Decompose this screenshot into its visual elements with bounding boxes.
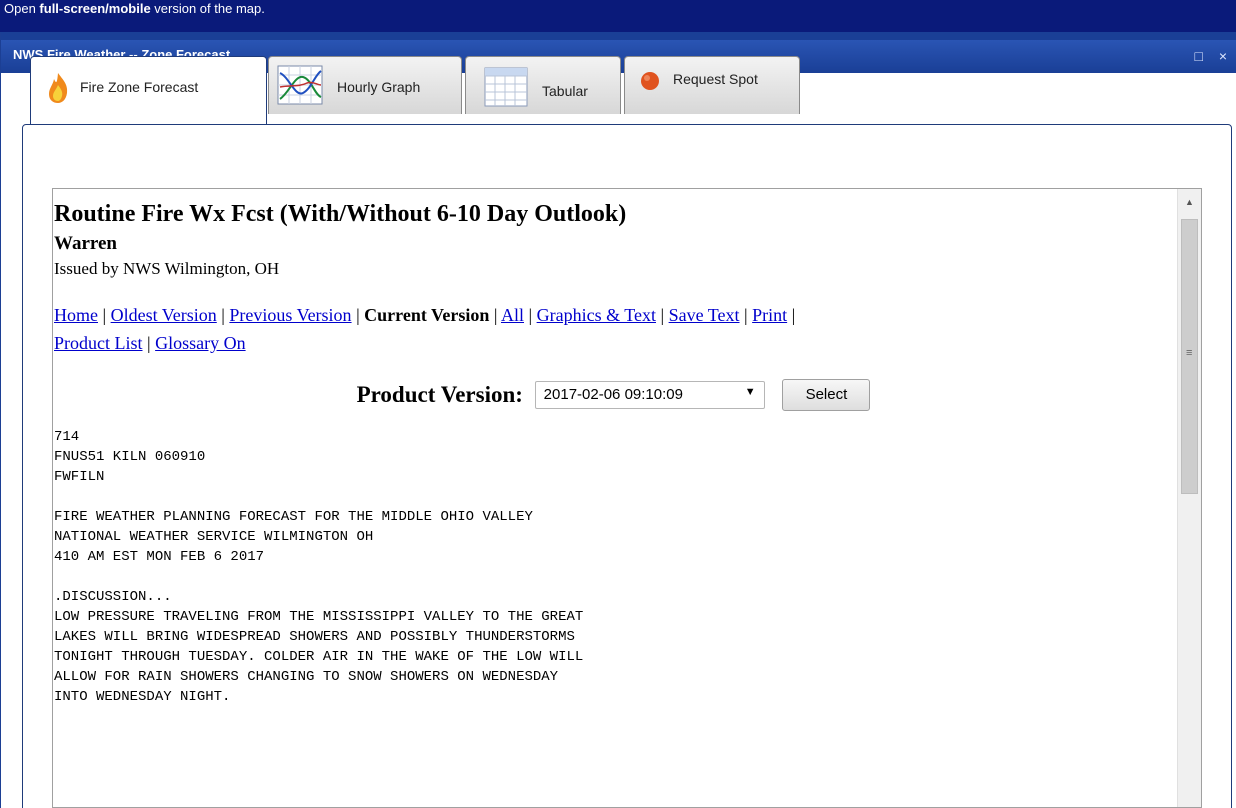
tab-tabular[interactable]: Tabular (465, 56, 621, 114)
zone-name: Warren (54, 233, 117, 254)
save-text-link[interactable]: Save Text (669, 305, 740, 325)
banner-text-pre: Open (4, 1, 40, 16)
nav-separator: | (489, 305, 501, 325)
graphics-text-link[interactable]: Graphics & Text (537, 305, 656, 325)
product-title: Routine Fire Wx Fcst (With/Without 6-10 … (54, 201, 627, 227)
red-dot-icon (641, 72, 659, 90)
current-version-label: Current Version (364, 305, 490, 325)
previous-version-link[interactable]: Previous Version (229, 305, 351, 325)
scroll-up-icon[interactable]: ▲ (1178, 189, 1201, 215)
banner-text-post: version of the map. (150, 1, 265, 16)
forecast-text: 714 FNUS51 KILN 060910 FWFILN FIRE WEATH… (54, 429, 584, 705)
nav-separator: | (98, 305, 111, 325)
oldest-version-link[interactable]: Oldest Version (111, 305, 217, 325)
product-version-row: Product Version: 2017-02-06 09:10:09 ▼ S… (54, 379, 1173, 415)
grip-icon: ≡ (1186, 347, 1193, 359)
forecast-document-frame[interactable]: Routine Fire Wx Fcst (With/Without 6-10 … (52, 188, 1202, 808)
nav-separator: | (739, 305, 753, 325)
issued-by: Issued by NWS Wilmington, OH (54, 259, 280, 278)
nav-separator: | (351, 305, 365, 325)
nav-separator: | (216, 305, 230, 325)
vertical-scrollbar[interactable]: ▲ ≡ (1177, 189, 1201, 807)
fullscreen-link[interactable]: full-screen/mobile (39, 1, 150, 16)
graph-icon (277, 65, 323, 105)
all-link[interactable]: All (501, 305, 524, 325)
window-top-border (1, 32, 1236, 40)
version-nav: Home | Oldest Version | Previous Version… (54, 301, 1173, 357)
tab-label: Fire Zone Forecast (80, 79, 199, 95)
nav-separator: | (787, 305, 796, 325)
product-list-link[interactable]: Product List (54, 333, 143, 353)
selected-version: 2017-02-06 09:10:09 (543, 386, 683, 403)
fire-icon (49, 73, 68, 103)
tab-fire-zone-forecast[interactable]: Fire Zone Forecast (30, 56, 267, 124)
close-icon[interactable]: × (1219, 48, 1233, 64)
tab-label: Hourly Graph (337, 79, 421, 95)
nav-separator: | (524, 305, 537, 325)
fullscreen-banner[interactable]: Open full-screen/mobile version of the m… (0, 0, 1236, 32)
nav-separator: | (656, 305, 669, 325)
table-icon (484, 67, 528, 107)
tab-label: Request Spot (673, 71, 758, 87)
scroll-thumb[interactable]: ≡ (1181, 219, 1198, 494)
chevron-down-icon: ▼ (744, 386, 756, 398)
forecast-document: Routine Fire Wx Fcst (With/Without 6-10 … (53, 189, 1173, 707)
restore-icon[interactable]: □ (1194, 48, 1208, 64)
home-link[interactable]: Home (54, 305, 98, 325)
product-version-select[interactable]: 2017-02-06 09:10:09 ▼ (534, 381, 765, 409)
tab-request-spot[interactable]: Request Spot (624, 56, 800, 114)
tab-hourly-graph[interactable]: Hourly Graph (268, 56, 462, 114)
glossary-link[interactable]: Glossary On (155, 333, 246, 353)
select-button[interactable]: Select (782, 379, 871, 411)
nav-separator: | (142, 333, 156, 353)
print-link[interactable]: Print (752, 305, 787, 325)
product-version-label: Product Version: (356, 382, 523, 408)
tab-label: Tabular (542, 83, 588, 99)
